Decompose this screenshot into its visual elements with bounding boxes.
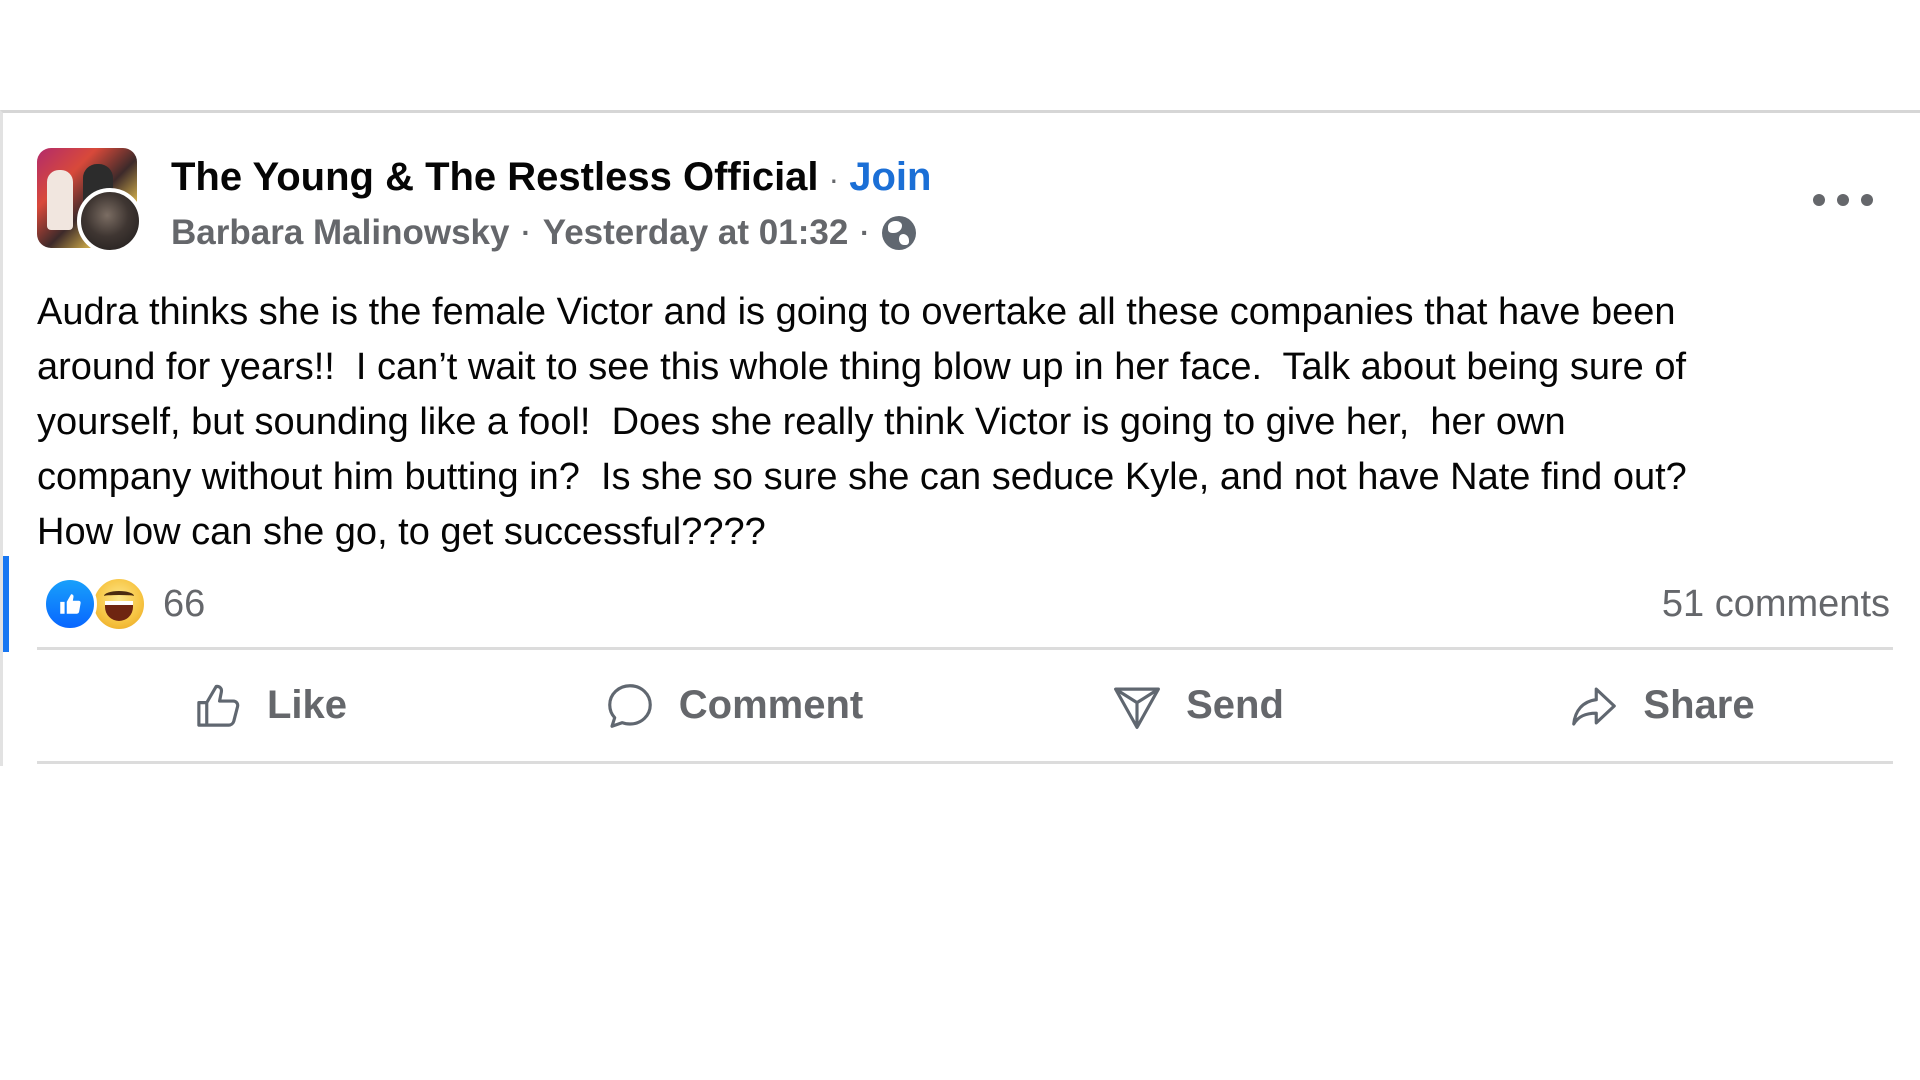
join-button[interactable]: Join (849, 155, 931, 199)
more-dot (1861, 194, 1873, 206)
more-options-button[interactable] (1813, 185, 1873, 215)
meta-separator: · (521, 217, 531, 248)
like-reaction-icon (43, 577, 97, 631)
post-meta-row: Barbara Malinowsky · Yesterday at 01:32 … (171, 211, 916, 255)
reactions-summary[interactable]: 66 (43, 576, 206, 632)
post-timestamp[interactable]: Yesterday at 01:32 (543, 211, 848, 255)
share-button-label: Share (1643, 683, 1755, 727)
more-options-icon (1813, 194, 1825, 206)
post-card: The Young & The Restless Official · Join B… (0, 110, 1920, 766)
meta-separator: · (860, 217, 870, 248)
title-separator: · (828, 161, 840, 197)
post-text: Audra thinks she is the female Victor an… (37, 291, 1687, 553)
send-button[interactable]: Send (965, 650, 1429, 761)
send-button-label: Send (1186, 683, 1284, 727)
globe-icon[interactable] (881, 216, 916, 250)
comments-count-link[interactable]: 51 comments (1662, 583, 1890, 626)
comment-bubble-icon (607, 683, 652, 728)
post-title-row: The Young & The Restless Official · Join (171, 153, 931, 203)
more-dot (1837, 194, 1849, 206)
like-button[interactable]: Like (37, 650, 501, 761)
comment-button-label: Comment (678, 683, 864, 727)
send-icon (1114, 687, 1161, 729)
share-arrow-icon (1572, 687, 1617, 726)
focus-indicator (3, 556, 9, 652)
group-name-link[interactable]: The Young & The Restless Official (171, 155, 819, 199)
author-name-link[interactable]: Barbara Malinowsky (171, 211, 509, 255)
share-button[interactable]: Share (1429, 650, 1893, 761)
like-button-label: Like (266, 683, 348, 727)
comment-button[interactable]: Comment (501, 650, 965, 761)
haha-reaction-icon (91, 576, 147, 632)
thumbs-up-icon (197, 684, 240, 727)
divider (37, 761, 1893, 764)
group-avatar[interactable] (37, 148, 145, 256)
reaction-count: 66 (163, 582, 206, 625)
author-avatar[interactable] (77, 188, 143, 254)
thumbs-up-icon (60, 594, 81, 614)
post-actions-bar: Like Comment Send Share (37, 650, 1893, 761)
